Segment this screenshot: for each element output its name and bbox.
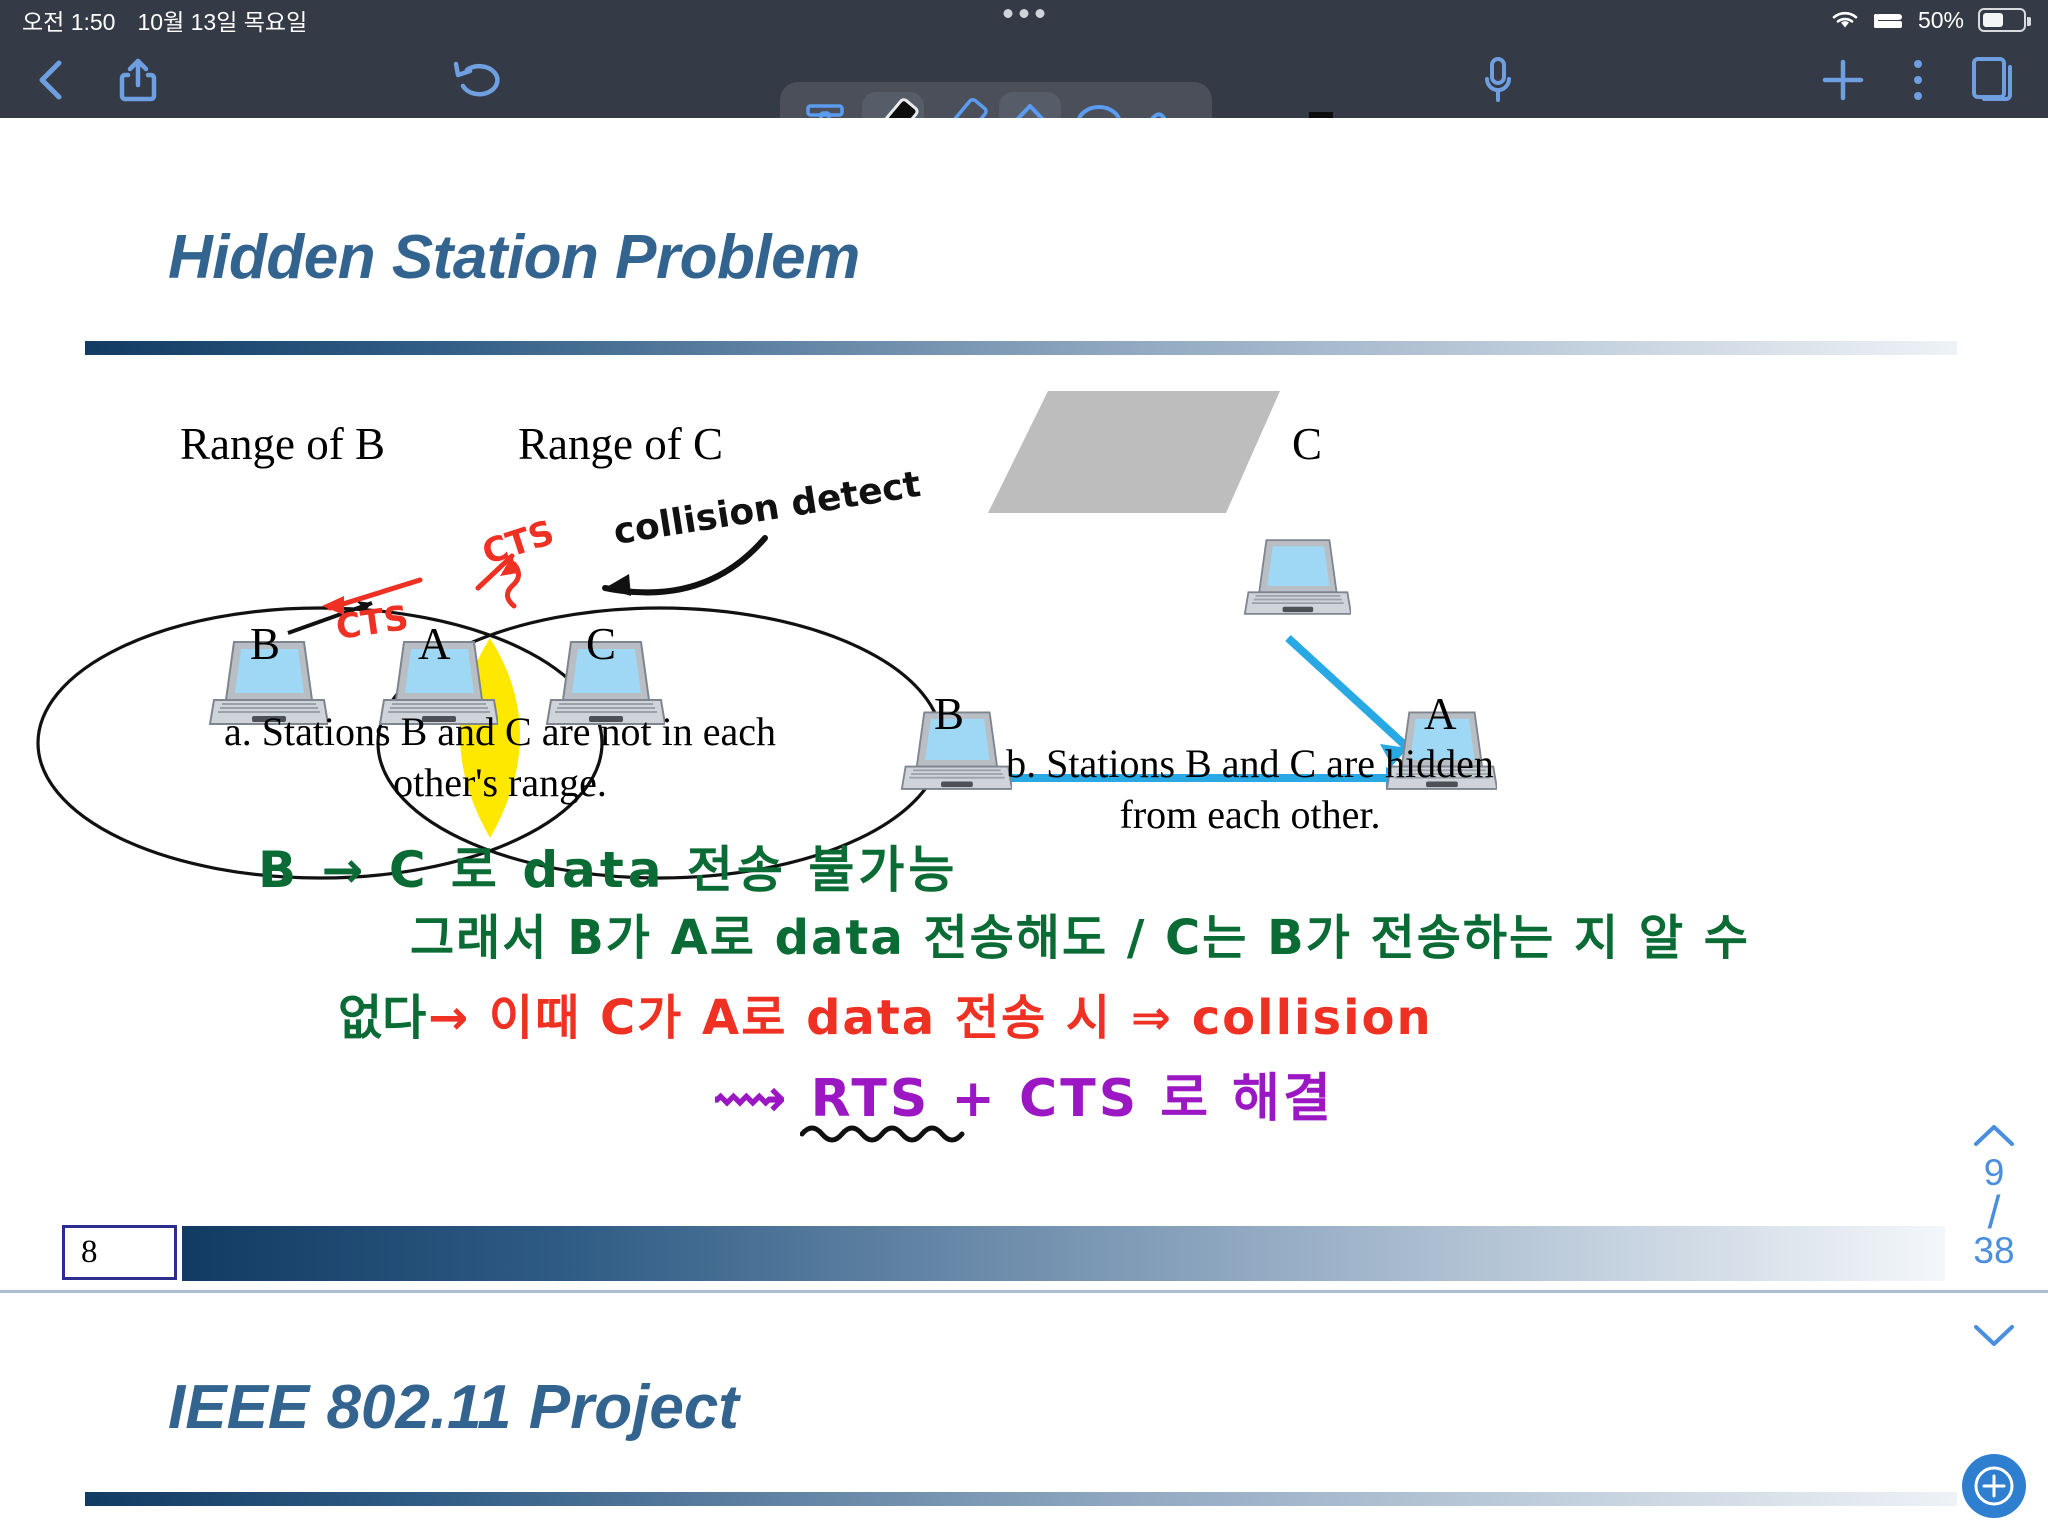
multitasking-dots[interactable]: [1003, 9, 1045, 18]
page-up-button[interactable]: [1971, 1120, 2017, 1150]
annotation-green-line2: 그래서 B가 A로 data 전송해도 / C는 B가 전송하는 지 알 수: [410, 910, 1750, 966]
status-date: 10월 13일 목요일: [137, 9, 308, 35]
pages-button[interactable]: [1965, 52, 2021, 108]
node-a-fig-b-label: A: [1424, 689, 1457, 739]
status-bar: 오전 1:50 10월 13일 목요일 50%: [0, 0, 2048, 40]
page-separator: /: [1987, 1186, 2001, 1238]
battery-icon: [1978, 8, 2031, 32]
chevron-down-icon: [1974, 1325, 2014, 1347]
figure-b-caption-line2: from each other.: [1119, 792, 1381, 838]
page-down-button[interactable]: [1971, 1320, 2017, 1350]
battery-percent-label: 50%: [1917, 6, 1964, 33]
annotation-green-line3: 없다: [338, 990, 427, 1046]
figure-b-caption: b. Stations B and C are hidden from each…: [940, 738, 1560, 840]
figure-b-caption-line1: b. Stations B and C are hidden: [1006, 741, 1494, 786]
range-of-c-label: Range of C: [518, 419, 723, 469]
status-left: 오전 1:50 10월 13일 목요일: [0, 3, 307, 37]
chevron-up-icon: [1974, 1125, 2014, 1146]
range-of-b-label: Range of B: [180, 419, 385, 469]
title-divider: [85, 341, 1957, 355]
annotation-squiggle-underline: [800, 1125, 965, 1143]
back-button[interactable]: [22, 52, 78, 108]
slide-canvas[interactable]: Hidden Station Problem Range of B Range …: [0, 118, 2048, 1536]
status-time: 오전 1:50: [22, 9, 116, 35]
slide-bottom-band: [182, 1226, 1945, 1281]
wifi-icon: [1830, 8, 1860, 32]
page-copy-icon: [1972, 57, 2012, 101]
page-title: Hidden Station Problem: [168, 223, 860, 292]
slide-page-number-box: 8: [62, 1225, 177, 1280]
figure-a-caption-line2: other's range.: [393, 760, 607, 806]
add-page-fab[interactable]: [1962, 1454, 2026, 1518]
plus-icon: [1822, 59, 1864, 101]
add-circle-icon: [1974, 1466, 2014, 1506]
ipad-notes-app: 오전 1:50 10월 13일 목요일 50% Hidden Station P…: [0, 0, 2048, 1536]
status-right: 50%: [1830, 0, 2031, 40]
slide-bottom-hairline: [0, 1290, 2048, 1293]
total-page-number: 38: [1973, 1230, 2015, 1272]
page-navigator: 9 / 38: [1958, 1120, 2030, 1350]
title-divider-2: [85, 1492, 1957, 1506]
undo-arrow-icon: [453, 61, 500, 97]
add-button[interactable]: [1815, 52, 1871, 108]
chevron-left-icon: [39, 60, 62, 100]
node-b-fig-b-label: B: [934, 689, 965, 739]
laptop-b-fig-c-icon: [1243, 539, 1351, 615]
node-c-fig-b-label: C: [1292, 419, 1323, 469]
more-button[interactable]: [1895, 52, 1941, 108]
figure-a-caption-line1: a. Stations B and C are not in each: [223, 709, 777, 754]
app-toolbar: [0, 40, 2048, 158]
undo-button[interactable]: [450, 52, 506, 108]
annotation-green-line1: B → C 로 data 전송 불가능: [258, 841, 959, 899]
page-title-2: IEEE 802.11 Project: [168, 1373, 739, 1442]
more-vertical-icon: [1914, 60, 1922, 100]
microphone-icon: [1485, 57, 1511, 102]
figure-a-caption: a. Stations B and C are not in each othe…: [150, 706, 850, 808]
annotation-red-line: → 이때 C가 A로 data 전송 시 ⇒ collision: [428, 990, 1433, 1046]
sleep-bed-icon: [1873, 9, 1904, 31]
microphone-button[interactable]: [1470, 52, 1526, 108]
share-button[interactable]: [110, 52, 166, 108]
share-upload-icon: [119, 58, 157, 102]
node-b-label: B: [250, 619, 281, 669]
